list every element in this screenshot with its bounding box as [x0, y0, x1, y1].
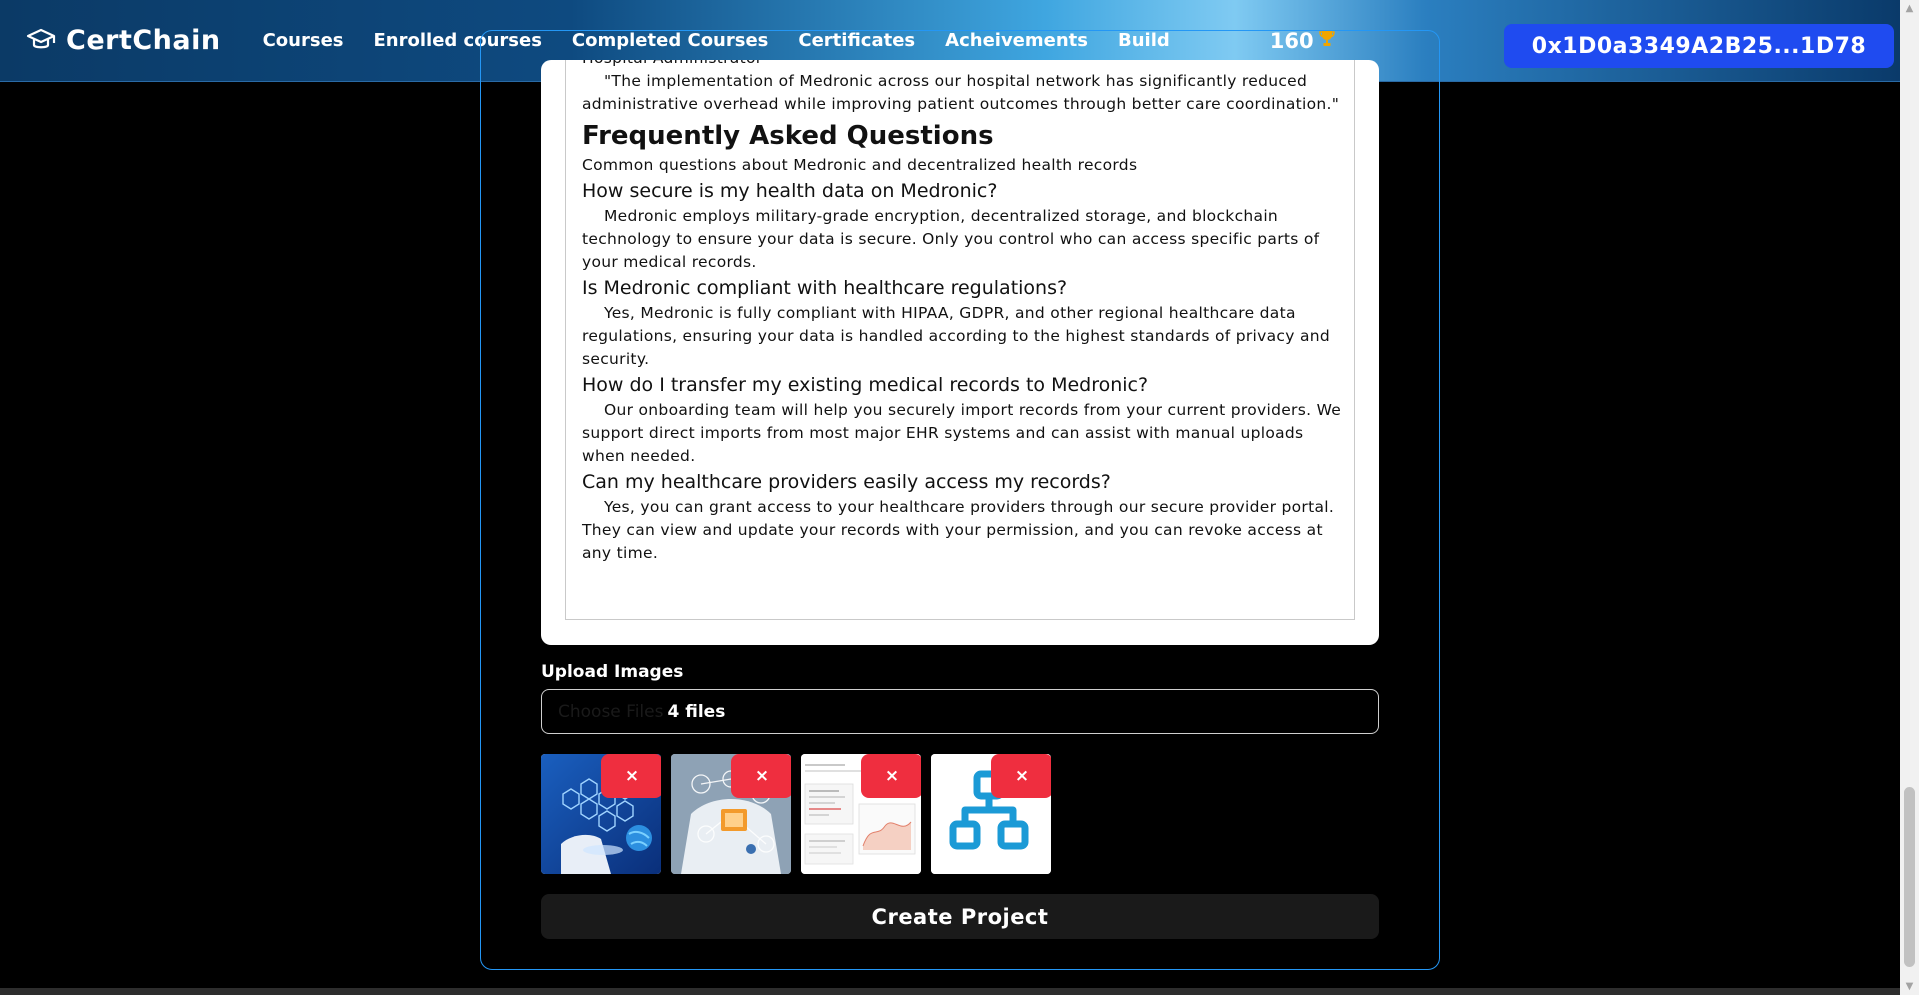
nav-courses[interactable]: Courses: [263, 30, 344, 51]
image-preview: ×: [801, 754, 921, 874]
image-preview: ×: [671, 754, 791, 874]
file-count: 4 files: [667, 701, 726, 722]
faq-answer: Our onboarding team will help you secure…: [582, 401, 1342, 465]
vertical-scrollbar[interactable]: ▲ ▼: [1900, 0, 1919, 995]
editor-document: Hospital Administrator "The implementati…: [582, 60, 1342, 565]
rich-text-editor[interactable]: Hospital Administrator "The implementati…: [541, 60, 1379, 645]
brand-name: CertChain: [66, 25, 221, 56]
scroll-down-arrow-icon[interactable]: ▼: [1900, 978, 1919, 995]
image-preview: ×: [541, 754, 661, 874]
scrollbar-thumb[interactable]: [1904, 787, 1915, 967]
faq-question: Can my healthcare providers easily acces…: [582, 471, 1111, 493]
remove-image-button[interactable]: ×: [991, 754, 1051, 798]
faq-question: How secure is my health data on Medronic…: [582, 180, 998, 202]
testimonial-quote: "The implementation of Medronic across o…: [582, 72, 1340, 113]
faq-heading: Frequently Asked Questions: [582, 121, 994, 151]
faq-subtitle: Common questions about Medronic and dece…: [582, 156, 1138, 174]
brand-logo[interactable]: CertChain: [26, 24, 221, 58]
scroll-up-arrow-icon[interactable]: ▲: [1900, 0, 1919, 17]
faq-question: How do I transfer my existing medical re…: [582, 374, 1149, 396]
remove-image-button[interactable]: ×: [601, 754, 661, 798]
faq-answer: Medronic employs military-grade encrypti…: [582, 207, 1320, 271]
remove-image-button[interactable]: ×: [861, 754, 921, 798]
horizontal-divider: [0, 988, 1900, 995]
editor-content-area[interactable]: Hospital Administrator "The implementati…: [565, 60, 1355, 620]
faq-answer: Yes, Medronic is fully compliant with HI…: [582, 304, 1331, 368]
choose-files-button[interactable]: Choose Files: [558, 702, 663, 722]
image-previews: × × × ×: [541, 754, 1061, 874]
graduation-cap-icon: [26, 24, 56, 58]
upload-images-label: Upload Images: [541, 662, 684, 682]
image-preview: ×: [931, 754, 1051, 874]
file-upload-input[interactable]: Choose Files 4 files: [541, 689, 1379, 734]
faq-question: Is Medronic compliant with healthcare re…: [582, 277, 1068, 299]
remove-image-button[interactable]: ×: [731, 754, 791, 798]
create-project-button[interactable]: Create Project: [541, 894, 1379, 939]
faq-answer: Yes, you can grant access to your health…: [582, 498, 1335, 562]
testimonial-author: Hospital Administrator: [582, 60, 1342, 70]
wallet-address-button[interactable]: 0x1D0a3349A2B25...1D78: [1504, 24, 1894, 68]
